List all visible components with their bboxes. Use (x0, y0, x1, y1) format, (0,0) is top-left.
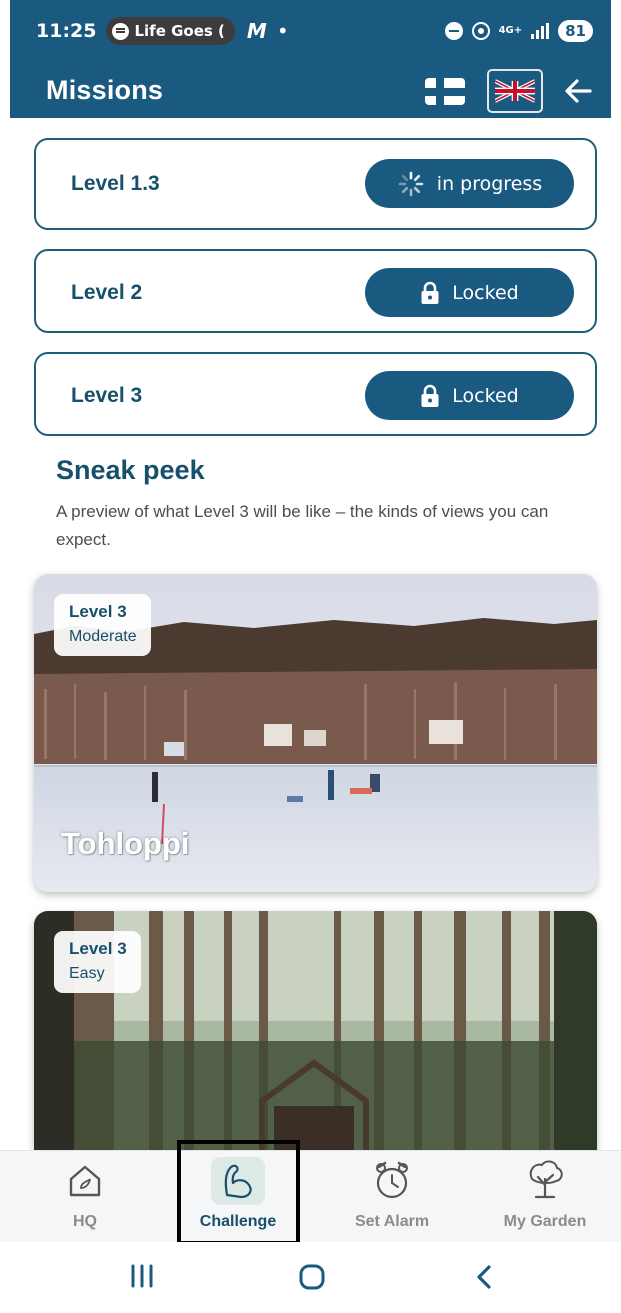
level-tag: Level 3 Moderate (54, 594, 151, 656)
app-bar: Missions (10, 62, 611, 118)
level-card-2[interactable]: Level 2 Locked (34, 249, 597, 333)
status-label: Locked (452, 281, 519, 304)
active-tab-highlight (177, 1140, 300, 1245)
do-not-disturb-icon (444, 22, 463, 40)
loading-spinner-icon (398, 171, 424, 196)
uk-flag-icon[interactable] (487, 69, 543, 113)
page-title: Missions (46, 74, 164, 105)
view-card-tohloppi[interactable]: Level 3 Moderate Tohloppi (34, 574, 597, 892)
hotspot-icon (471, 22, 490, 40)
nav-label: HQ (73, 1213, 97, 1230)
lock-icon (421, 281, 439, 304)
tag-level: Level 3 (69, 602, 127, 621)
locked-button[interactable]: Locked (365, 268, 574, 317)
level-title: Level 1.3 (71, 172, 160, 195)
bottom-nav: HQ Challenge Set Alarm My Garden (0, 1150, 621, 1242)
battery-level: 81 (558, 20, 593, 42)
alarm-clock-icon (376, 1161, 408, 1199)
locked-button[interactable]: Locked (365, 371, 574, 420)
lock-icon (421, 384, 439, 407)
level-card-1-3[interactable]: Level 1.3 in progress (34, 138, 597, 230)
tree-icon (529, 1160, 563, 1199)
tag-difficulty: Easy (69, 965, 105, 982)
back-button-icon[interactable] (473, 1264, 495, 1290)
system-nav-bar (0, 1242, 621, 1313)
status-label: Locked (452, 384, 519, 407)
view-card-forest[interactable]: Level 3 Easy (34, 911, 597, 1150)
status-time: 11:25 (36, 20, 97, 42)
status-bar: 11:25 Life Goes ( M • 4G+ 81 (10, 0, 611, 62)
media-pill-label: Life Goes ( (134, 22, 225, 40)
tag-difficulty: Moderate (69, 628, 137, 645)
nav-label: My Garden (503, 1213, 587, 1230)
home-icon (69, 1165, 101, 1197)
media-pill[interactable]: Life Goes ( (106, 17, 235, 45)
app-notification-icon: M (246, 19, 267, 43)
sneak-peek-title: Sneak peek (56, 455, 205, 485)
finland-flag-icon[interactable] (425, 78, 465, 105)
home-button-icon[interactable] (298, 1264, 326, 1290)
network-type: 4G+ (498, 25, 523, 36)
nav-set-alarm[interactable]: Set Alarm (332, 1151, 452, 1241)
view-name: Tohloppi (61, 826, 190, 861)
level-card-3[interactable]: Level 3 Locked (34, 352, 597, 436)
spotify-icon (112, 22, 130, 40)
level-title: Level 3 (71, 384, 143, 407)
in-progress-button[interactable]: in progress (365, 159, 574, 208)
nav-hq[interactable]: HQ (25, 1151, 145, 1241)
level-title: Level 2 (71, 281, 143, 304)
notification-dot: • (276, 19, 289, 43)
nav-label: Set Alarm (354, 1213, 430, 1230)
nav-my-garden[interactable]: My Garden (485, 1151, 605, 1241)
tag-level: Level 3 (69, 939, 127, 958)
signal-icon (531, 23, 550, 39)
sneak-peek-description: A preview of what Level 3 will be like –… (56, 502, 549, 549)
level-tag: Level 3 Easy (54, 931, 141, 993)
recent-apps-icon[interactable] (129, 1264, 155, 1288)
status-label: in progress (436, 172, 543, 195)
back-arrow-icon[interactable] (562, 76, 594, 106)
